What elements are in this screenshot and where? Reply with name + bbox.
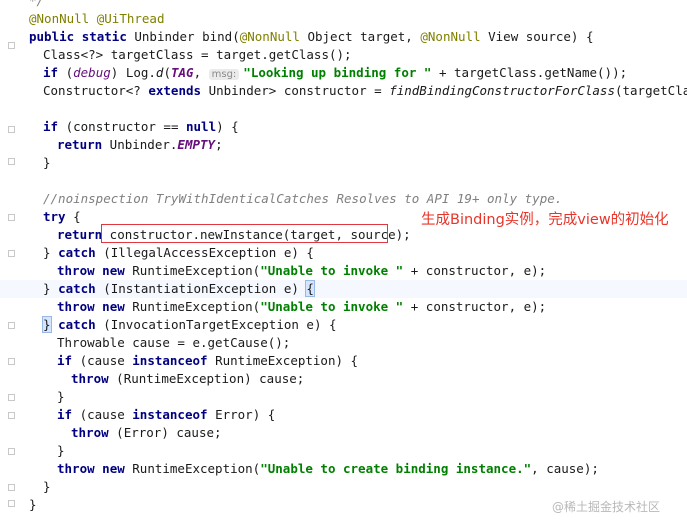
code-line: throw new RuntimeException("Unable to cr… <box>57 461 599 476</box>
fold-marker-icon[interactable] <box>8 448 15 455</box>
fold-marker-icon[interactable] <box>8 484 15 491</box>
code-line: Constructor<? extends Unbinder> construc… <box>43 83 687 98</box>
parameter-hint: msg: <box>208 69 240 80</box>
code-line: throw (Error) cause; <box>71 425 222 440</box>
code-line: return Unbinder.EMPTY; <box>57 137 223 152</box>
highlight-box <box>101 224 388 243</box>
code-line: if (cause instanceof Error) { <box>57 407 276 422</box>
fold-marker-icon[interactable] <box>8 358 15 365</box>
code-line: } <box>57 443 65 458</box>
code-line: } catch (InvocationTargetException e) { <box>42 316 337 333</box>
annotation-text: 生成Binding实例，完成view的初始化 <box>421 212 669 228</box>
fold-marker-icon[interactable] <box>8 214 15 221</box>
brace-match: { <box>305 280 315 297</box>
code-line: Throwable cause = e.getCause(); <box>57 335 291 350</box>
code-line: } <box>29 497 37 512</box>
code-line: throw (RuntimeException) cause; <box>71 371 305 386</box>
code-line: throw new RuntimeException("Unable to in… <box>57 263 547 278</box>
fold-marker-icon[interactable] <box>8 500 15 507</box>
code-line: } <box>57 389 65 404</box>
code-line: if (debug) Log.d(TAG, msg: "Looking up bi… <box>43 65 628 80</box>
code-line: public static Unbinder bind(@NonNull Obj… <box>29 29 594 44</box>
code-line: } <box>43 479 51 494</box>
code-line: @NonNull @UiThread <box>29 11 165 26</box>
code-line: } catch (InstantiationException e) { <box>43 280 315 297</box>
code-line: throw new RuntimeException("Unable to in… <box>57 299 547 314</box>
fold-marker-icon[interactable] <box>8 394 15 401</box>
code-line: } catch (IllegalAccessException e) { <box>43 245 314 260</box>
watermark: @稀土掘金技术社区 <box>552 500 661 514</box>
fold-marker-icon[interactable] <box>8 250 15 257</box>
fold-marker-icon[interactable] <box>8 322 15 329</box>
fold-marker-icon[interactable] <box>8 126 15 133</box>
code-line: if (cause instanceof RuntimeException) { <box>57 353 359 368</box>
code-line: Class<?> targetClass = target.getClass()… <box>43 47 352 62</box>
fold-marker-icon[interactable] <box>8 412 15 419</box>
code-line: try { <box>43 209 81 224</box>
code-comment: //noinspection TryWithIdenticalCatches R… <box>43 191 563 206</box>
brace-match: } <box>42 316 52 333</box>
code-line: } <box>43 155 51 170</box>
code-line: */ <box>29 0 45 8</box>
code-line: if (constructor == null) { <box>43 119 239 134</box>
fold-marker-icon[interactable] <box>8 42 15 49</box>
fold-marker-icon[interactable] <box>8 158 15 165</box>
code-editor[interactable]: */ @NonNull @UiThread public static Unbi… <box>0 0 687 521</box>
